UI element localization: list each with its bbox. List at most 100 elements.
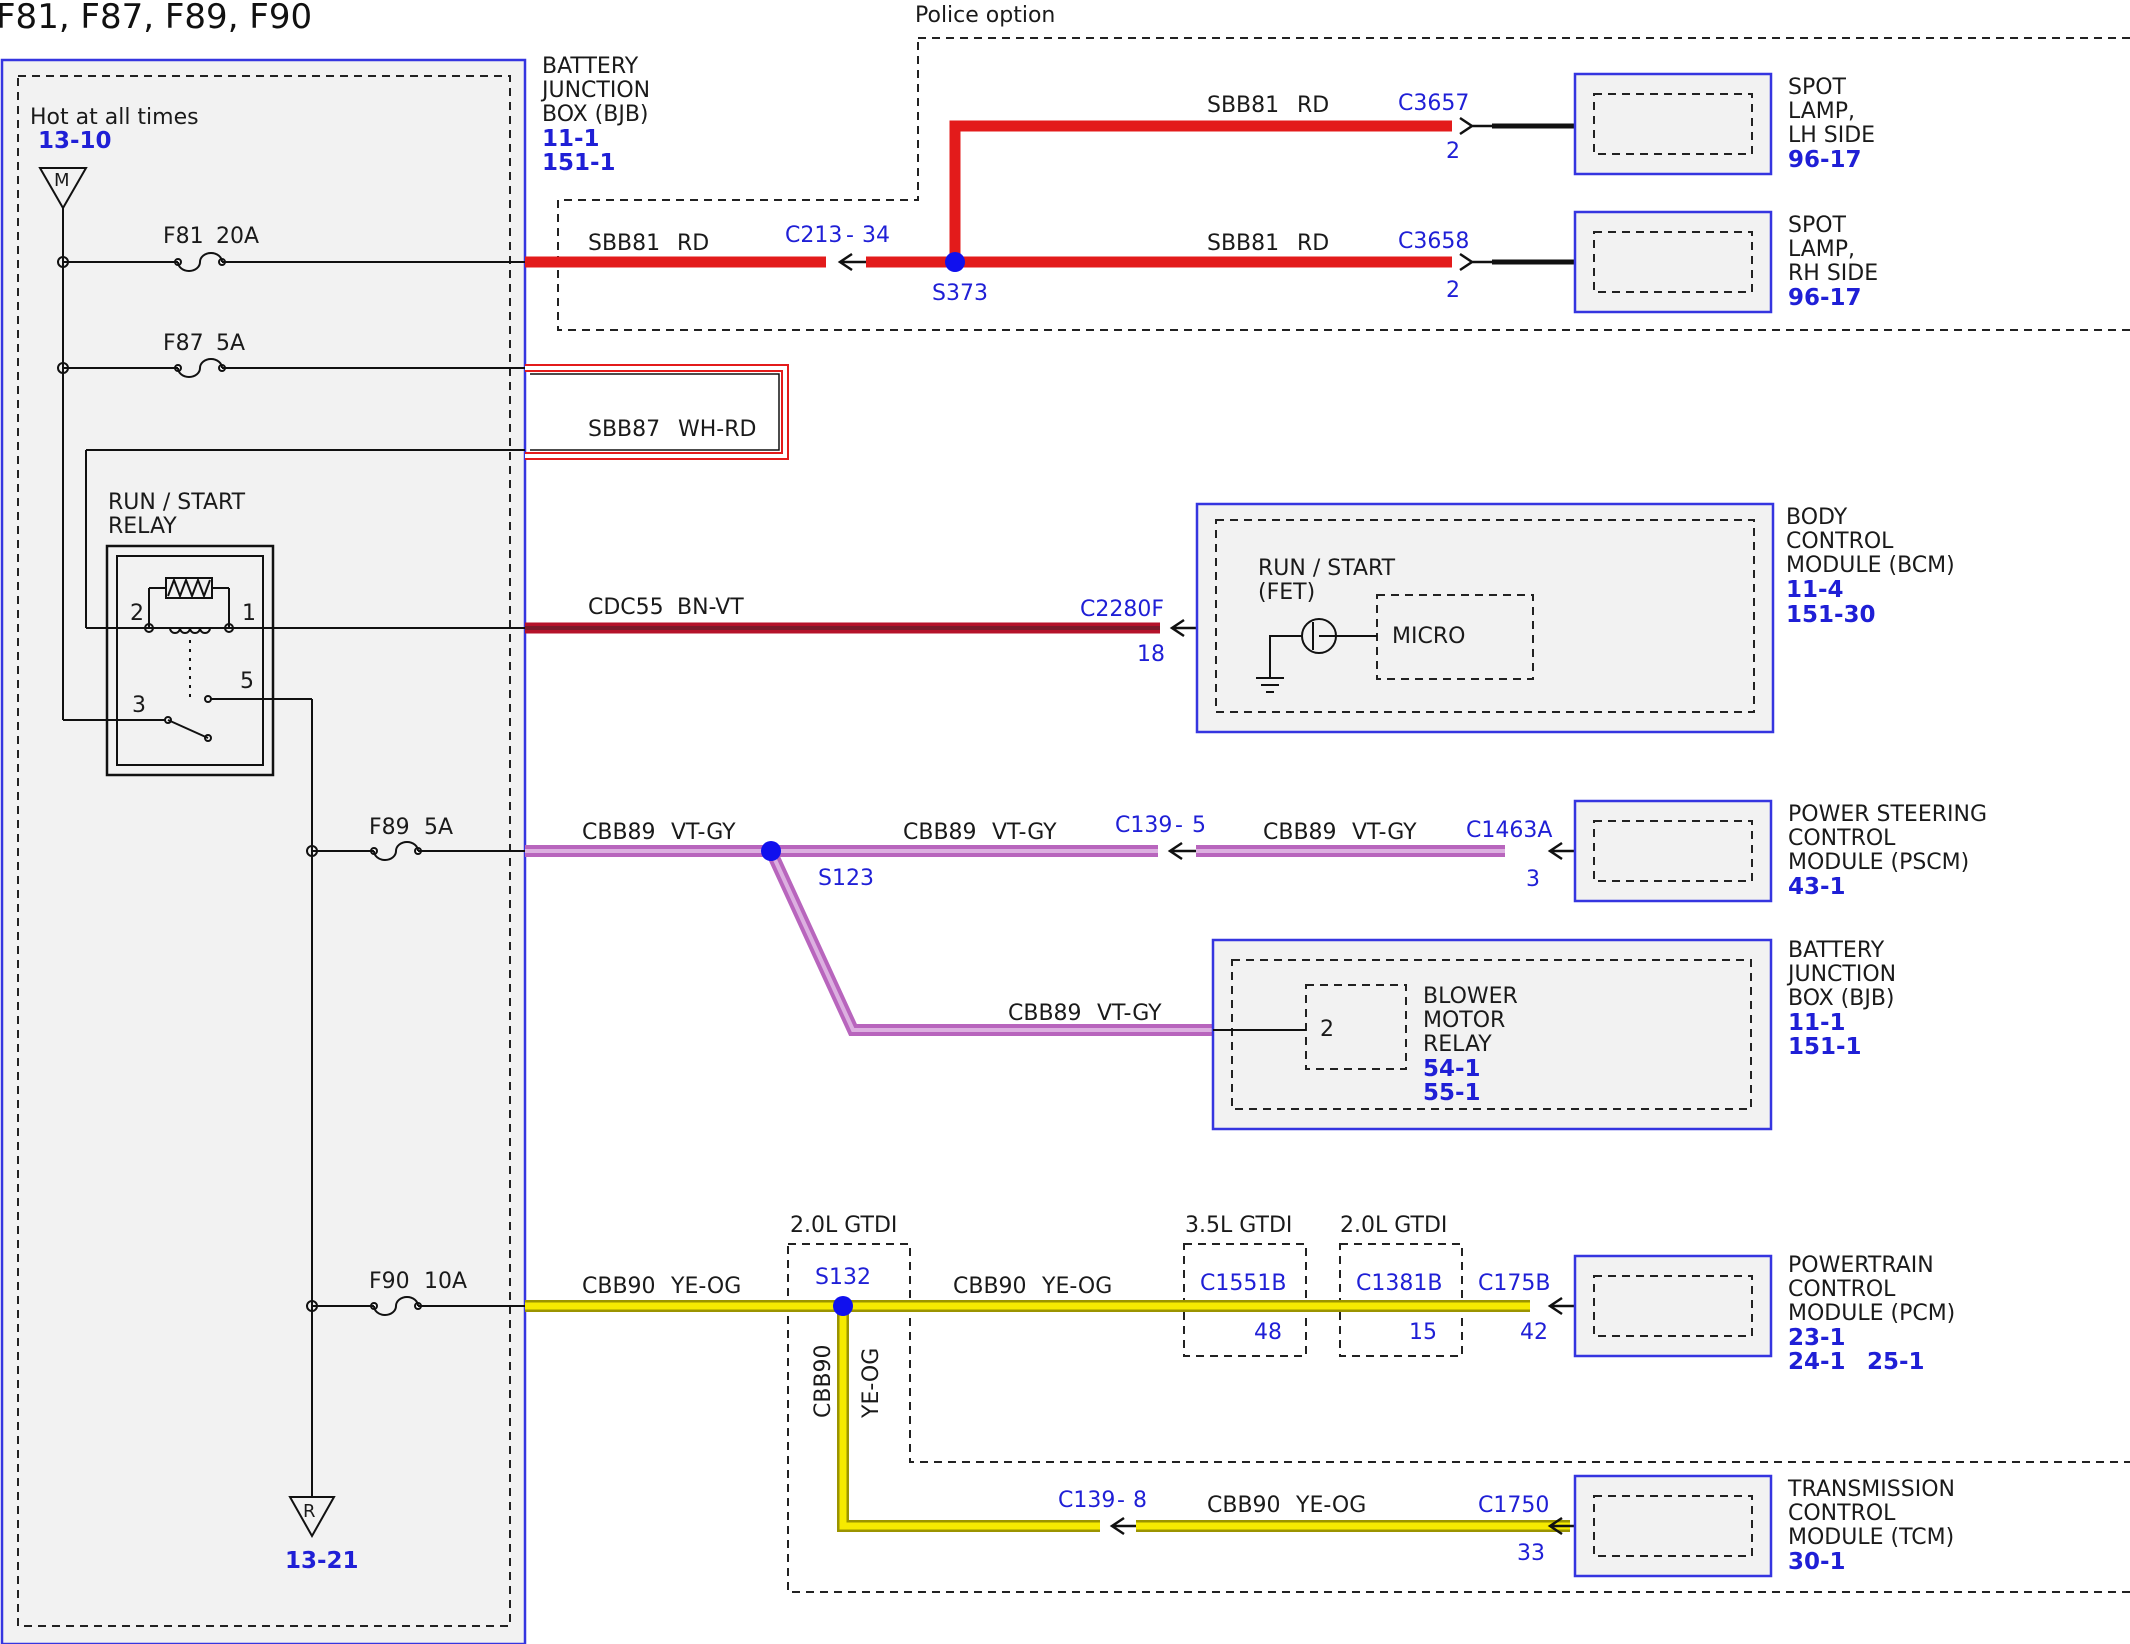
spot-lh-l2: LAMP, xyxy=(1788,99,1855,124)
c1551b-label: C1551B xyxy=(1200,1271,1286,1296)
diagram-title: F81, F87, F89, F90 xyxy=(0,0,312,37)
cbb89-label-d: CBB89 xyxy=(1008,1001,1082,1026)
sbb81-color-b: RD xyxy=(1297,93,1329,118)
bcm-ref-1[interactable]: 11-4 xyxy=(1786,577,1844,603)
pscm-l1: POWER STEERING xyxy=(1788,802,1987,827)
bjb-ref-1[interactable]: 11-1 xyxy=(542,126,600,152)
splice-s123-label: S123 xyxy=(818,866,874,891)
relay-label-2: RELAY xyxy=(108,514,177,539)
cbb90-label-c: CBB90 xyxy=(1207,1493,1281,1518)
pcm-ref-3[interactable]: 25-1 xyxy=(1867,1349,1925,1375)
wire-sbb81-lh[interactable] xyxy=(949,120,1452,262)
splice-s132[interactable] xyxy=(833,1296,853,1316)
pcm-ref-1[interactable]: 23-1 xyxy=(1788,1325,1846,1351)
bjb-label-3: BOX (BJB) xyxy=(542,102,649,127)
cbb90-label-v: CBB90 xyxy=(811,1344,836,1418)
tcm-box[interactable] xyxy=(1573,1474,1773,1578)
c213-pin: 34 xyxy=(862,223,890,248)
c1551b-pin: 48 xyxy=(1254,1320,1282,1345)
spot-rh-ref[interactable]: 96-17 xyxy=(1788,285,1862,311)
cdc55-color: BN-VT xyxy=(677,595,744,620)
c1381b-label: C1381B xyxy=(1356,1271,1442,1296)
c139b-label: C139 xyxy=(1058,1488,1115,1513)
bjb2-l1: BATTERY xyxy=(1788,938,1885,963)
bjb-blower-box[interactable] xyxy=(1211,938,1773,1131)
cbb90-color-b: YE-OG xyxy=(1041,1274,1112,1299)
splice-s373[interactable] xyxy=(945,252,965,272)
c213-arrow xyxy=(837,252,866,272)
cbb90-label-b: CBB90 xyxy=(953,1274,1027,1299)
fuse-f89-name: F89 xyxy=(369,815,410,840)
c2280f-pin: 18 xyxy=(1137,642,1165,667)
c139a-dash: - xyxy=(1175,813,1183,838)
blower-l2: MOTOR xyxy=(1423,1008,1505,1033)
bcm-ref-2[interactable]: 151-30 xyxy=(1786,602,1876,628)
sbb87-color: WH-RD xyxy=(678,417,756,442)
pscm-box[interactable] xyxy=(1573,799,1773,903)
spot-lamp-lh-box[interactable] xyxy=(1573,72,1773,176)
bjb2-l2: JUNCTION xyxy=(1786,962,1896,987)
c213-dash: - xyxy=(846,223,854,248)
blower-ref-1[interactable]: 54-1 xyxy=(1423,1056,1481,1082)
bjb2-ref-1[interactable]: 11-1 xyxy=(1788,1010,1846,1036)
spot-lamp-rh-box[interactable] xyxy=(1573,210,1773,314)
pcm-l1: POWERTRAIN xyxy=(1788,1253,1934,1278)
sbb87-label: SBB87 xyxy=(588,417,660,442)
option-gtdi35: 3.5L GTDI xyxy=(1185,1213,1292,1238)
c3658-pin: 2 xyxy=(1446,278,1460,303)
fuse-f87-rating: 5A xyxy=(216,331,245,356)
fuse-f89-rating: 5A xyxy=(424,815,453,840)
spot-lh-l3: LH SIDE xyxy=(1788,123,1875,148)
cbb89-color-c: VT-GY xyxy=(1352,820,1417,845)
cbb89-color-a: VT-GY xyxy=(671,820,736,845)
spot-rh-l3: RH SIDE xyxy=(1788,261,1878,286)
spot-rh-l1: SPOT xyxy=(1788,213,1847,238)
c175b-label: C175B xyxy=(1478,1271,1550,1296)
pcm-ref-2[interactable]: 24-1 xyxy=(1788,1349,1846,1375)
c213-label: C213 xyxy=(785,223,842,248)
tcm-ref[interactable]: 30-1 xyxy=(1788,1549,1846,1575)
sbb81-label-c: SBB81 xyxy=(1207,231,1279,256)
pscm-ref[interactable]: 43-1 xyxy=(1788,874,1846,900)
splice-s132-label: S132 xyxy=(815,1265,871,1290)
c3658-label: C3658 xyxy=(1398,229,1469,254)
spot-lh-l1: SPOT xyxy=(1788,75,1847,100)
cbb89-label-c: CBB89 xyxy=(1263,820,1337,845)
cbb90-color-a: YE-OG xyxy=(670,1274,741,1299)
bjb2-ref-2[interactable]: 151-1 xyxy=(1788,1034,1862,1060)
bjb-ref-2[interactable]: 151-1 xyxy=(542,150,616,176)
bjb2-l3: BOX (BJB) xyxy=(1788,986,1895,1011)
cbb90-color-v: YE-OG xyxy=(859,1348,884,1419)
sbb81-label-b: SBB81 xyxy=(1207,93,1279,118)
relay-pin-1: 1 xyxy=(242,601,256,626)
pcm-l3: MODULE (PCM) xyxy=(1788,1301,1955,1326)
c139a-pin: 5 xyxy=(1192,813,1206,838)
police-option-dashed xyxy=(557,37,2130,331)
c1750-pin: 33 xyxy=(1517,1541,1545,1566)
pcm-box[interactable] xyxy=(1573,1254,1773,1358)
pcm-l2: CONTROL xyxy=(1788,1277,1896,1302)
splice-s123[interactable] xyxy=(761,841,781,861)
fuse-f90-name: F90 xyxy=(369,1269,410,1294)
bcm-inner-1: RUN / START xyxy=(1258,556,1396,581)
bus-r-ref[interactable]: 13-21 xyxy=(285,1548,359,1574)
cdc55-label: CDC55 xyxy=(588,595,664,620)
power-ref[interactable]: 13-10 xyxy=(38,128,112,154)
option-gtdi20-a: 2.0L GTDI xyxy=(790,1213,897,1238)
blower-ref-2[interactable]: 55-1 xyxy=(1423,1080,1481,1106)
cbb90-label-a: CBB90 xyxy=(582,1274,656,1299)
relay-pin-5: 5 xyxy=(240,669,254,694)
bcm-box[interactable] xyxy=(1195,502,1775,734)
cbb89-color-d: VT-GY xyxy=(1097,1001,1162,1026)
bcm-inner-2: (FET) xyxy=(1258,580,1315,605)
c175b-pin: 42 xyxy=(1520,1320,1548,1345)
c1463a-label: C1463A xyxy=(1466,818,1552,843)
bus-m-letter: M xyxy=(54,170,70,191)
c1381b-pin: 15 xyxy=(1409,1320,1437,1345)
fuse-f87-name: F87 xyxy=(163,331,204,356)
wiring-diagram: F81, F87, F89, F90 BATTERY JUNCTION BOX … xyxy=(0,0,2130,1644)
cbb89-color-b: VT-GY xyxy=(992,820,1057,845)
c1463a-pin: 3 xyxy=(1526,867,1540,892)
spot-lh-ref[interactable]: 96-17 xyxy=(1788,147,1862,173)
bcm-l2: CONTROL xyxy=(1786,529,1894,554)
